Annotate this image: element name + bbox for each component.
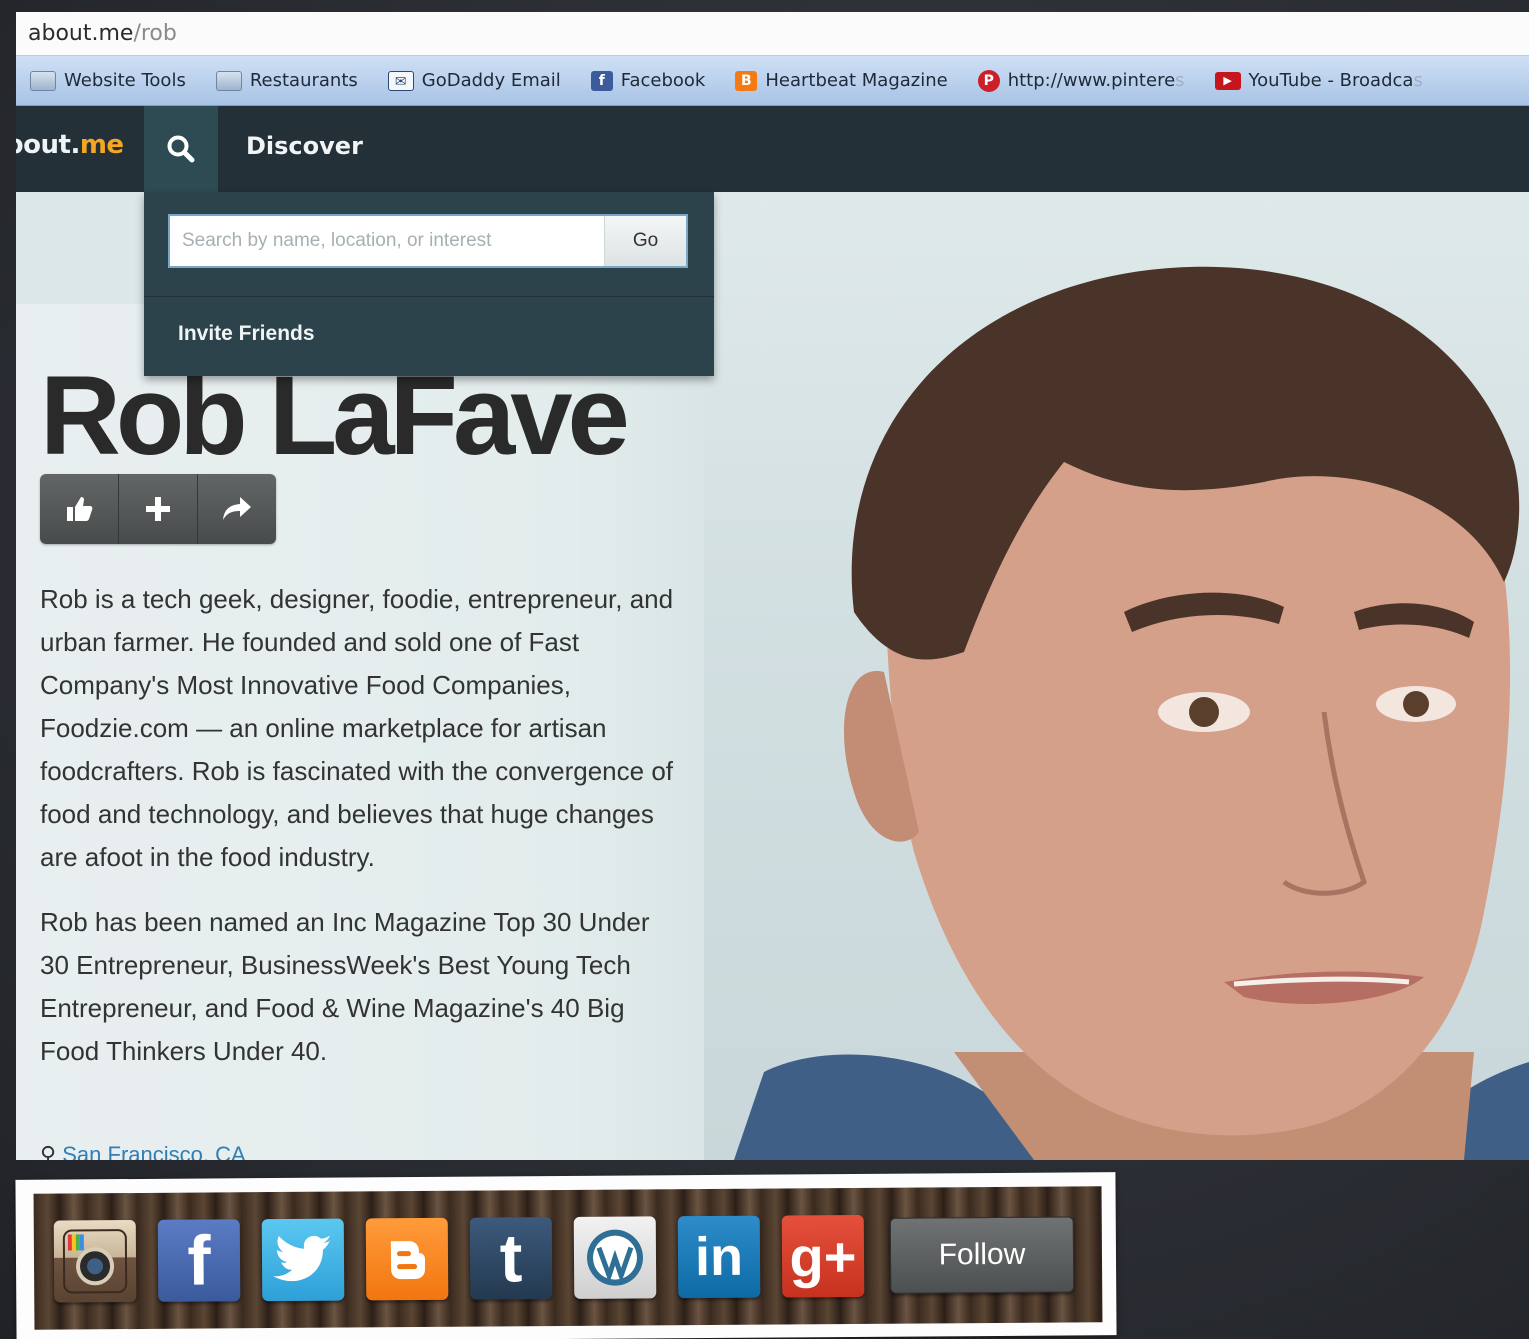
bookmark-label: Heartbeat Magazine xyxy=(765,70,948,91)
share-arrow-icon xyxy=(223,497,251,520)
search-dropdown: Go Invite Friends xyxy=(144,192,714,376)
profile-action-buttons xyxy=(40,474,276,544)
bookmark-youtube[interactable]: ▶ YouTube - Broadcas xyxy=(1214,70,1423,91)
thumbs-up-icon xyxy=(67,497,93,521)
bookmark-label: Facebook xyxy=(620,70,706,91)
search-go-button[interactable]: Go xyxy=(604,216,686,266)
search-input[interactable] xyxy=(170,216,604,266)
site-header: about.me Discover xyxy=(16,106,1529,192)
url-path: /rob xyxy=(133,21,177,46)
bookmark-godaddy-email[interactable]: ✉ GoDaddy Email xyxy=(387,70,561,91)
tumblr-icon[interactable]: t xyxy=(469,1217,553,1300)
bio-paragraph: Rob has been named an Inc Magazine Top 3… xyxy=(40,907,650,1066)
wordpress-icon[interactable] xyxy=(573,1216,657,1299)
blogger-icon: B xyxy=(735,70,758,91)
add-button[interactable] xyxy=(119,474,198,544)
facebook-icon[interactable]: f xyxy=(157,1219,241,1302)
divider xyxy=(144,296,714,297)
bookmark-label: http://www.pinteres xyxy=(1007,70,1185,91)
follow-button[interactable]: Follow xyxy=(889,1216,1075,1294)
share-button[interactable] xyxy=(198,474,276,544)
bookmark-label: YouTube - Broadcas xyxy=(1248,70,1423,91)
youtube-icon: ▶ xyxy=(1214,71,1241,90)
bookmark-label: GoDaddy Email xyxy=(421,70,561,91)
url-host: about.me xyxy=(28,21,134,46)
bookmark-heartbeat-magazine[interactable]: B Heartbeat Magazine xyxy=(735,70,948,91)
linkedin-icon[interactable]: in xyxy=(677,1215,761,1299)
bookmark-pinterest[interactable]: P http://www.pinteres xyxy=(977,69,1185,92)
facebook-icon: f xyxy=(590,70,613,91)
portrait-image xyxy=(734,266,1529,1160)
compliment-button[interactable] xyxy=(40,474,119,544)
bookmark-website-tools[interactable]: Website Tools xyxy=(30,70,186,91)
bookmark-restaurants[interactable]: Restaurants xyxy=(215,70,358,91)
profile-photo xyxy=(704,192,1529,1160)
bio-paragraph: Rob is a tech geek, designer, foodie, en… xyxy=(40,584,674,872)
plus-icon xyxy=(146,497,170,521)
pinterest-icon: P xyxy=(977,69,1000,92)
bookmarks-bar: Website Tools Restaurants ✉ GoDaddy Emai… xyxy=(16,56,1529,106)
blogger-icon[interactable] xyxy=(365,1217,449,1301)
twitter-icon[interactable] xyxy=(261,1218,345,1302)
instagram-icon[interactable] xyxy=(53,1220,137,1303)
folder-icon xyxy=(215,70,242,91)
invite-friends-link[interactable]: Invite Friends xyxy=(178,322,315,346)
nav-discover-link[interactable]: Discover xyxy=(246,132,363,160)
profile-name: Rob LaFave xyxy=(40,353,630,478)
mail-icon: ✉ xyxy=(387,70,414,91)
bookmark-label: Restaurants xyxy=(249,70,358,91)
browser-window: about.me/rob Website Tools Restaurants ✉… xyxy=(16,12,1529,1160)
address-bar[interactable]: about.me/rob xyxy=(16,12,1529,56)
profile-location[interactable]: ⚲ San Francisco, CA xyxy=(40,1142,246,1160)
google-plus-icon[interactable]: g+ xyxy=(781,1214,865,1298)
social-follow-strip: f t in g+ Follow xyxy=(15,1172,1117,1339)
search-form: Go xyxy=(168,214,688,268)
bookmark-facebook[interactable]: f Facebook xyxy=(590,70,706,91)
bookmark-label: Website Tools xyxy=(64,70,186,91)
profile-bio: Rob is a tech geek, designer, foodie, en… xyxy=(40,578,680,1095)
about-me-logo[interactable]: about.me xyxy=(16,130,124,160)
folder-icon xyxy=(30,70,56,91)
location-pin-icon: ⚲ xyxy=(40,1142,57,1160)
search-toggle-button[interactable] xyxy=(144,106,218,192)
search-icon xyxy=(167,135,195,163)
